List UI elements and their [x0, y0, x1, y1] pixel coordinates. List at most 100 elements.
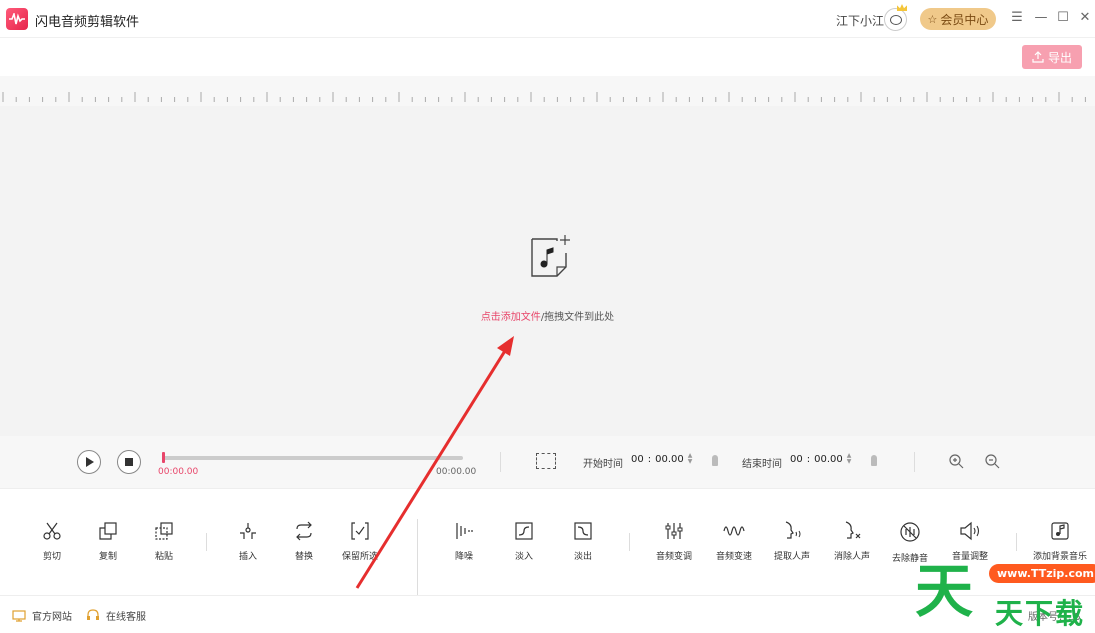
monitor-icon — [12, 609, 26, 622]
copy-icon — [99, 522, 117, 540]
tool-label: 剪切 — [42, 552, 61, 562]
extract-voice-icon — [785, 521, 801, 539]
tool-label: 淡出 — [573, 552, 592, 562]
zoom-in-icon[interactable] — [948, 453, 964, 469]
tool-pitch[interactable]: 音频变调 — [644, 521, 704, 562]
tool-label: 保留所选 — [341, 552, 378, 562]
user-name[interactable]: 江下小江 — [836, 12, 884, 29]
fade-out-icon — [574, 522, 592, 540]
add-file-link[interactable]: 点击添加文件 — [481, 312, 541, 323]
start-sec[interactable]: 00.00 — [655, 454, 684, 465]
drag-hint-text: /拖拽文件到此处 — [540, 312, 615, 323]
star-icon: ☆ — [927, 12, 938, 26]
watermark-big-text: 天 — [915, 557, 974, 625]
maximize-icon[interactable]: ☐ — [1055, 10, 1071, 26]
watermark-url: www.TTzip.com — [989, 564, 1095, 583]
vip-center-button[interactable]: ☆ 会员中心 — [920, 8, 996, 30]
divider — [914, 452, 915, 472]
selection-range-icon[interactable] — [536, 453, 556, 469]
volume-icon — [960, 521, 980, 541]
tool-remove-voice[interactable]: 消除人声 — [822, 521, 882, 562]
play-button[interactable] — [77, 450, 101, 474]
remove-silence-icon — [900, 522, 920, 542]
tool-keep-selection[interactable]: 保留所选 — [330, 521, 390, 562]
tool-label: 插入 — [238, 552, 257, 562]
pitch-icon — [665, 523, 683, 539]
tool-cut[interactable]: 剪切 — [22, 521, 82, 562]
end-sec[interactable]: 00.00 — [814, 454, 843, 465]
app-logo-icon — [6, 8, 28, 30]
tool-paste[interactable]: 粘贴 — [134, 521, 194, 562]
progress-handle[interactable] — [162, 452, 165, 463]
denoise-icon — [456, 523, 473, 539]
tool-label: 提取人声 — [773, 552, 810, 562]
watermark: 天 www.TTzip.com 天下载 — [915, 556, 1095, 630]
total-time: 00:00.00 — [436, 467, 477, 477]
menu-icon[interactable]: ☰ — [1009, 10, 1025, 26]
stop-button[interactable] — [117, 450, 141, 474]
tool-label: 音频变速 — [715, 552, 752, 562]
tool-speed[interactable]: 音频变速 — [704, 521, 764, 562]
current-time: 00:00.00 — [158, 467, 199, 477]
tool-label: 替换 — [294, 552, 313, 562]
tool-label: 音频变调 — [655, 552, 692, 562]
online-support-label: 在线客服 — [106, 612, 146, 623]
tool-fade-in[interactable]: 淡入 — [494, 521, 554, 562]
divider — [629, 533, 630, 551]
start-sep: : — [647, 453, 652, 465]
tool-label: 淡入 — [514, 552, 533, 562]
start-time-label: 开始时间 — [583, 459, 623, 470]
tool-label: 粘贴 — [154, 552, 173, 562]
watermark-small-text: 天下载 — [995, 597, 1086, 630]
insert-icon — [240, 523, 256, 539]
close-icon[interactable]: ✕ — [1077, 10, 1093, 26]
end-marker-icon[interactable] — [871, 455, 877, 466]
vip-center-label: 会员中心 — [940, 12, 989, 27]
app-window: 闪电音频剪辑软件 江下小江 ☆ 会员中心 ☰ — ☐ ✕ 导出 点击添加文件/拖… — [0, 0, 1095, 633]
divider — [206, 533, 207, 551]
player-bar: 00:00.00 00:00.00 开始时间 00 : 00.00 ▲ ▼ 结束时… — [0, 436, 1095, 488]
export-label: 导出 — [1047, 50, 1072, 65]
title-bar: 闪电音频剪辑软件 江下小江 ☆ 会员中心 ☰ — ☐ ✕ — [0, 0, 1095, 38]
drop-hint: 点击添加文件/拖拽文件到此处 — [0, 308, 1095, 323]
tool-extract-voice[interactable]: 提取人声 — [762, 521, 822, 562]
scissors-icon — [43, 522, 61, 540]
end-sep: : — [806, 453, 811, 465]
remove-voice-icon — [845, 521, 861, 539]
tool-label: 消除人声 — [833, 552, 870, 562]
crown-icon — [897, 4, 907, 11]
tool-insert[interactable]: 插入 — [218, 521, 278, 562]
divider — [1016, 533, 1017, 551]
end-min[interactable]: 00 — [790, 454, 803, 465]
export-button[interactable]: 导出 — [1022, 45, 1082, 69]
upload-icon — [1032, 51, 1044, 63]
stop-icon — [125, 458, 133, 466]
official-website-label: 官方网站 — [32, 612, 72, 623]
play-icon — [86, 457, 94, 467]
tool-fade-out[interactable]: 淡出 — [553, 521, 613, 562]
avatar[interactable] — [884, 4, 907, 31]
tool-replace[interactable]: 替换 — [274, 521, 334, 562]
minimize-icon[interactable]: — — [1033, 10, 1049, 26]
zoom-out-icon[interactable] — [984, 453, 1000, 469]
timeline-ruler[interactable] — [0, 76, 1095, 106]
headset-icon — [87, 609, 99, 620]
official-website-link[interactable]: 官方网站 — [12, 608, 72, 623]
divider — [417, 519, 418, 595]
add-music-file-icon[interactable] — [529, 233, 571, 283]
spinner-icon[interactable]: ▲ ▼ — [688, 453, 693, 465]
end-time-field[interactable]: 00 : 00.00 ▲ ▼ — [790, 453, 851, 465]
fade-in-icon — [515, 522, 533, 540]
tool-copy[interactable]: 复制 — [78, 521, 138, 562]
progress-track[interactable] — [163, 456, 463, 460]
paste-icon — [155, 522, 173, 540]
online-support-link[interactable]: 在线客服 — [86, 608, 146, 623]
start-marker-icon[interactable] — [712, 455, 718, 466]
start-time-field[interactable]: 00 : 00.00 ▲ ▼ — [631, 453, 692, 465]
tool-label: 降噪 — [454, 552, 473, 562]
start-min[interactable]: 00 — [631, 454, 644, 465]
divider — [500, 452, 501, 472]
tool-denoise[interactable]: 降噪 — [434, 521, 494, 562]
drop-area[interactable]: 点击添加文件/拖拽文件到此处 — [0, 106, 1095, 436]
spinner-icon[interactable]: ▲ ▼ — [847, 453, 852, 465]
